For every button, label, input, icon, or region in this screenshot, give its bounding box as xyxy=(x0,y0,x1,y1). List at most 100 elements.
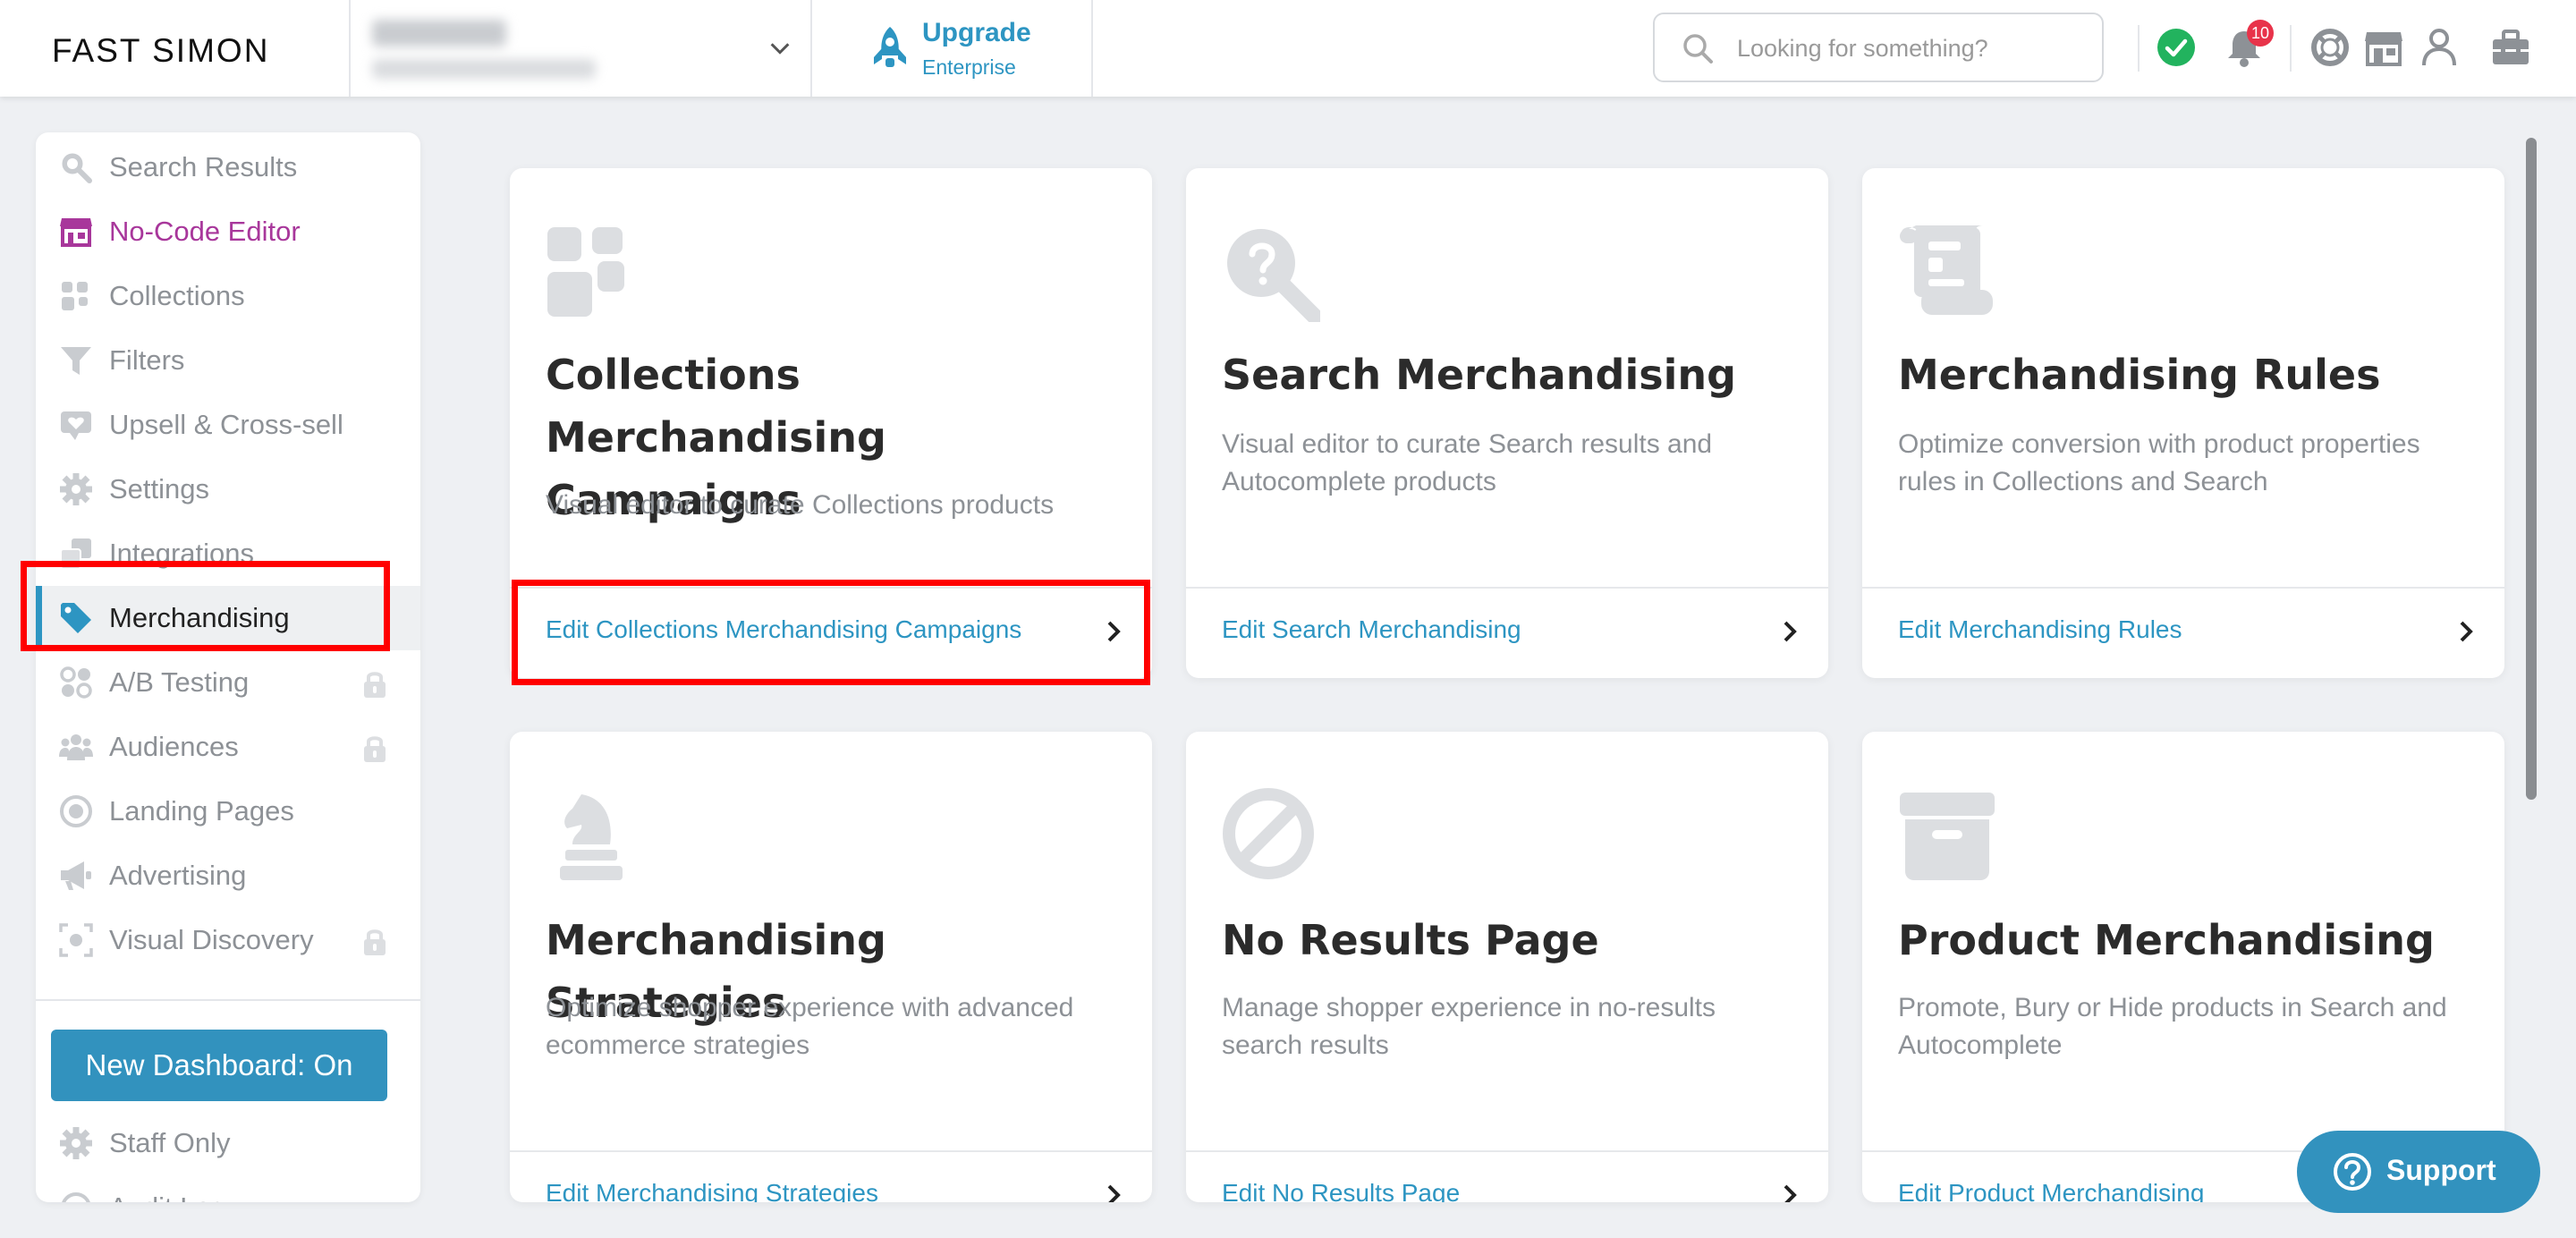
sidebar-item-label: Merchandising xyxy=(109,602,290,633)
sidebar-item-label: Audiences xyxy=(109,731,239,762)
upsell-icon xyxy=(61,411,91,440)
search-input[interactable] xyxy=(1737,29,2086,68)
lock-icon xyxy=(364,929,386,955)
card-title: Product Merchandising xyxy=(1898,916,2435,964)
megaphone-icon xyxy=(61,861,91,890)
support-button[interactable]: Support xyxy=(2297,1131,2540,1213)
archive-box-icon xyxy=(1900,793,1995,880)
search-question-icon xyxy=(1227,229,1320,322)
card-footer-link[interactable]: Edit Merchandising Rules xyxy=(1862,587,2504,678)
lifebuoy-icon[interactable] xyxy=(2309,27,2351,68)
sidebar-item-filters[interactable]: Filters xyxy=(36,328,420,393)
upgrade-subtitle: Enterprise xyxy=(922,55,1016,79)
history-icon xyxy=(62,1192,90,1202)
card-no-results-page: No Results Page Manage shopper experienc… xyxy=(1186,732,1828,1202)
account-name-redacted xyxy=(372,20,506,47)
top-bar: FAST SIMON Upgrade Enterprise Looking fo… xyxy=(0,0,2576,97)
upgrade-title: Upgrade xyxy=(922,18,1031,47)
search-icon xyxy=(62,153,92,183)
account-email-redacted xyxy=(372,59,596,79)
header-divider xyxy=(810,0,812,97)
store-icon[interactable] xyxy=(2363,27,2404,68)
sidebar-divider xyxy=(36,999,420,1001)
lock-icon xyxy=(364,736,386,762)
rocket-icon xyxy=(874,27,906,67)
sidebar-item-staff-only[interactable]: Staff Only xyxy=(36,1111,420,1175)
status-ok-icon[interactable] xyxy=(2156,27,2197,68)
global-search[interactable] xyxy=(1653,13,2104,82)
sidebar-item-label: Advertising xyxy=(109,860,247,891)
help-circle-icon xyxy=(2334,1153,2371,1191)
account-selector[interactable] xyxy=(369,14,790,86)
support-label: Support xyxy=(2386,1154,2496,1186)
card-link-text: Edit No Results Page xyxy=(1222,1179,1461,1202)
visual-discovery-icon xyxy=(59,923,93,957)
gear-icon xyxy=(60,473,92,505)
sidebar-item-integrations[interactable]: Integrations xyxy=(36,521,420,586)
header-divider xyxy=(2290,25,2292,72)
sidebar-item-label: A/B Testing xyxy=(109,666,250,698)
card-title: No Results Page xyxy=(1222,916,1599,964)
sidebar-item-audiences[interactable]: Audiences xyxy=(36,715,420,779)
filter-icon xyxy=(61,347,91,375)
chess-knight-icon xyxy=(560,794,623,880)
chevron-right-icon xyxy=(1784,621,1797,642)
sidebar-item-settings[interactable]: Settings xyxy=(36,457,420,521)
header-divider xyxy=(2138,25,2140,72)
card-merchandising-rules: Merchandising Rules Optimize conversion … xyxy=(1862,168,2504,678)
header-divider xyxy=(349,0,351,97)
notification-count-badge: 10 xyxy=(2247,20,2275,47)
store-icon xyxy=(60,218,92,247)
card-description: Promote, Bury or Hide products in Search… xyxy=(1898,993,2447,1060)
chevron-down-icon xyxy=(770,43,790,55)
sidebar-item-label: Landing Pages xyxy=(109,795,294,827)
card-description: Manage shopper experience in no-results … xyxy=(1222,993,1716,1060)
card-link-text: Edit Search Merchandising xyxy=(1222,615,1521,643)
sidebar-item-collections[interactable]: Collections xyxy=(36,264,420,328)
user-icon[interactable] xyxy=(2419,27,2460,68)
scroll-icon xyxy=(1900,225,1993,315)
chevron-right-icon xyxy=(1107,621,1121,642)
card-description: Visual editor to curate Collections prod… xyxy=(546,490,1055,520)
sidebar-item-merchandising[interactable]: Merchandising xyxy=(36,586,420,650)
card-description: Optimize conversion with product propert… xyxy=(1898,429,2420,496)
sidebar-item-ab-testing[interactable]: A/B Testing xyxy=(36,650,420,715)
sidebar-item-upsell-cross-sell[interactable]: Upsell & Cross-sell xyxy=(36,393,420,457)
fast-simon-logo[interactable]: FAST SIMON xyxy=(52,32,269,69)
sidebar-item-label: Collections xyxy=(109,280,245,311)
card-footer-link[interactable]: Edit No Results Page xyxy=(1186,1150,1828,1202)
card-footer-link[interactable]: Edit Search Merchandising xyxy=(1186,587,1828,678)
card-title: Merchandising Rules xyxy=(1898,351,2381,399)
sidebar-item-label: No-Code Editor xyxy=(109,216,301,247)
chevron-right-icon xyxy=(2460,621,2473,642)
sidebar-item-label: Upsell & Cross-sell xyxy=(109,409,343,440)
page-scrollbar-thumb[interactable] xyxy=(2526,138,2537,800)
header-divider xyxy=(1091,0,1093,97)
card-title: Search Merchandising xyxy=(1222,351,1737,399)
card-footer-link[interactable]: Edit Collections Merchandising Campaigns xyxy=(510,587,1152,678)
sidebar-item-label: Search Results xyxy=(109,151,298,182)
sidebar-item-no-code-editor[interactable]: No-Code Editor xyxy=(36,199,420,264)
sidebar-item-label: Audit Log xyxy=(109,1191,226,1202)
card-search-merchandising: Search Merchandising Visual editor to cu… xyxy=(1186,168,1828,678)
sidebar-item-search-results[interactable]: Search Results xyxy=(36,135,420,199)
ab-testing-icon xyxy=(60,666,92,699)
sidebar-item-advertising[interactable]: Advertising xyxy=(36,844,420,908)
collections-icon xyxy=(547,227,624,317)
card-description: Optimize shopper experience with advance… xyxy=(546,993,1074,1060)
chevron-right-icon xyxy=(1784,1184,1797,1202)
card-link-text: Edit Merchandising Rules xyxy=(1898,615,2182,643)
sidebar-item-label: Visual Discovery xyxy=(109,924,314,955)
sidebar-item-landing-pages[interactable]: Landing Pages xyxy=(36,779,420,844)
collections-icon xyxy=(62,282,88,310)
sidebar-item-visual-discovery[interactable]: Visual Discovery xyxy=(36,908,420,972)
card-description: Visual editor to curate Search results a… xyxy=(1222,429,1713,496)
integrations-icon xyxy=(60,538,91,570)
card-merchandising-strategies: Merchandising Strategies Optimize shoppe… xyxy=(510,732,1152,1202)
new-dashboard-toggle-button[interactable]: New Dashboard: On xyxy=(51,1030,387,1101)
toolbox-icon[interactable] xyxy=(2490,27,2531,68)
sidebar-item-label: Integrations xyxy=(109,538,254,569)
target-icon xyxy=(60,795,92,827)
sidebar-item-audit-log[interactable]: Audit Log xyxy=(36,1175,420,1202)
card-footer-link[interactable]: Edit Merchandising Strategies xyxy=(510,1150,1152,1202)
